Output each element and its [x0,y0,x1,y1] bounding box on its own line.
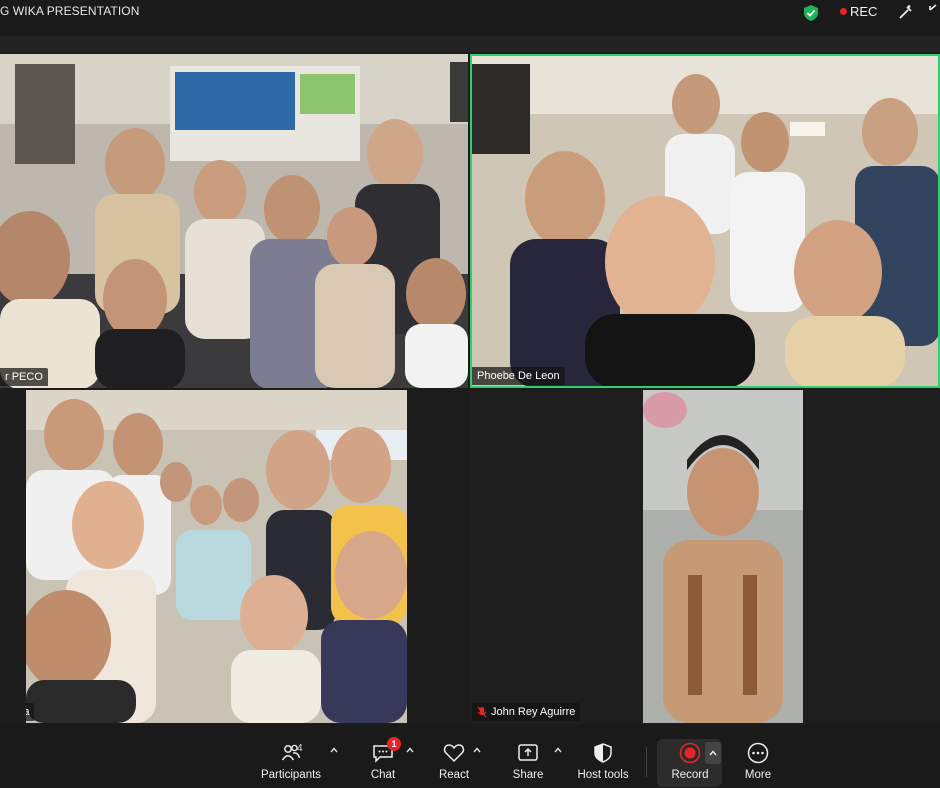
participants-options-caret-icon[interactable] [329,745,339,755]
shield-check-icon[interactable] [803,4,819,22]
participant-name-tag: ernia [26,703,35,721]
chat-icon: 1 [372,737,401,765]
participants-icon: 4 [271,741,311,765]
participants-label: Participants [260,769,322,781]
group-selfie-video [470,54,940,388]
chat-label: Chat [370,769,396,781]
top-spacer [0,36,940,52]
mic-muted-icon [477,706,487,718]
video-tile-ernia[interactable]: ernia [26,390,407,723]
react-label: React [438,769,470,781]
react-options-caret-icon[interactable] [472,745,482,755]
video-tile-john-rey-aguirre[interactable]: John Rey Aguirre [470,390,940,723]
host-tools-shield-icon [594,741,612,765]
share-label: Share [512,769,544,781]
more-button[interactable]: More [740,725,776,788]
participant-name-tag: Phoebe De Leon [472,367,565,385]
toolbar-divider [646,747,647,777]
chat-button[interactable]: 1 Chat [364,725,402,788]
react-heart-icon [443,741,465,765]
video-tile-phoebe-de-leon[interactable]: Phoebe De Leon [470,54,940,388]
share-screen-icon [517,741,539,765]
share-button[interactable]: Share [510,725,546,788]
meeting-top-bar: G WIKA PRESENTATION REC [0,0,940,36]
recording-dot-icon [840,8,847,15]
record-options-toggle[interactable] [705,742,721,764]
single-person-video [643,390,803,723]
participant-count: 4 [297,743,303,754]
participant-name-label: John Rey Aguirre [491,706,576,718]
participant-name-tag: r PECO [0,368,48,386]
meeting-toolbar: 4 Participants 1 Chat React Share Host t… [0,725,940,788]
expand-icon[interactable] [928,3,940,21]
meeting-title: G WIKA PRESENTATION [0,4,140,18]
share-options-caret-icon[interactable] [553,745,563,755]
participant-name-tag: John Rey Aguirre [472,703,581,721]
host-tools-button[interactable]: Host tools [577,725,629,788]
group-photo-hallway-video [26,390,407,723]
video-tile-peco[interactable]: r PECO [0,54,468,388]
group-photo-office-video [0,54,468,388]
record-label: Record [671,769,709,781]
more-label: More [744,769,772,781]
recording-status-label[interactable]: REC [850,4,877,19]
record-icon [679,741,701,765]
chat-options-caret-icon[interactable] [405,745,415,755]
chat-unread-badge: 1 [387,737,401,751]
react-button[interactable]: React [436,725,472,788]
participants-button[interactable]: 4 Participants [258,725,324,788]
annotate-icon[interactable] [897,3,915,21]
record-options-caret-icon [709,750,717,756]
host-tools-label: Host tools [577,769,629,781]
more-icon [747,741,769,765]
